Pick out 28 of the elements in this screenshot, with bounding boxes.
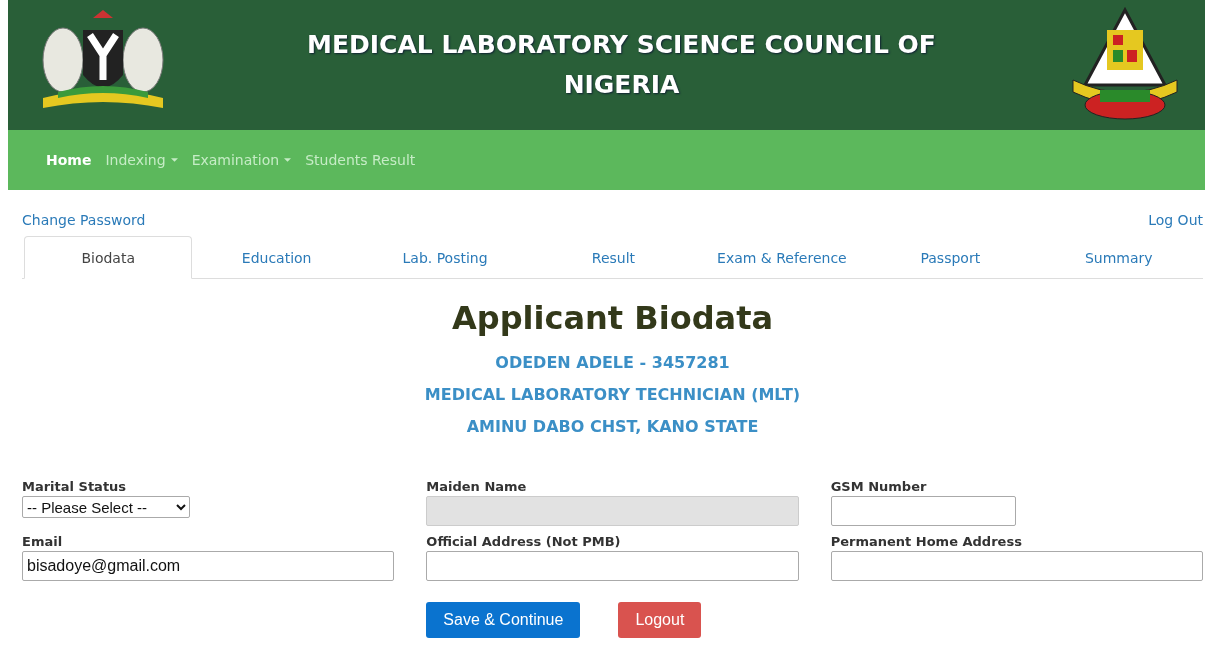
logout-button[interactable]: Logout [618, 602, 702, 638]
tab[interactable]: Summary [1034, 236, 1203, 279]
input-field[interactable]: bisadoye@gmail.com [22, 551, 395, 581]
field-label: Marital Status [22, 479, 128, 494]
applicant-info-text: MEDICAL LABORATORY TECHNICIAN (MLT) [423, 384, 802, 406]
field-label: GSM Number [830, 479, 928, 494]
input-field[interactable] [830, 496, 1016, 526]
change-password-link[interactable]: Change Password [22, 212, 146, 228]
field-label: Official Address (Not PMB) [426, 534, 622, 549]
tab[interactable]: Result [529, 236, 698, 279]
tab[interactable]: Biodata [24, 236, 193, 279]
save-button[interactable]: Save & Continue [426, 602, 581, 638]
applicant-info-text: AMINU DABO CHST, KANO STATE [465, 416, 760, 438]
input-field[interactable] [426, 551, 799, 581]
log-out-link[interactable]: Log Out [1148, 212, 1203, 228]
field-label: Maiden Name [426, 479, 528, 494]
select-field[interactable]: -- Please Select -- [22, 496, 190, 518]
page-heading: Applicant Biodata [451, 299, 774, 337]
applicant-info-text: ODEDEN ADELE - 3457281 [494, 352, 731, 374]
tab[interactable]: Passport [866, 236, 1035, 279]
field-label: Permanent Home Address [830, 534, 1023, 549]
nav-link[interactable]: Home [40, 148, 98, 172]
tab[interactable]: Education [192, 236, 361, 279]
input-field[interactable] [830, 551, 1203, 581]
tab[interactable]: Lab. Posting [360, 236, 530, 279]
tab[interactable]: Exam & Reference [697, 236, 867, 279]
site-title: MEDICAL LABORATORY SCIENCE COUNCIL OF NIGERIA [307, 29, 936, 101]
field-label: Email [22, 534, 64, 549]
